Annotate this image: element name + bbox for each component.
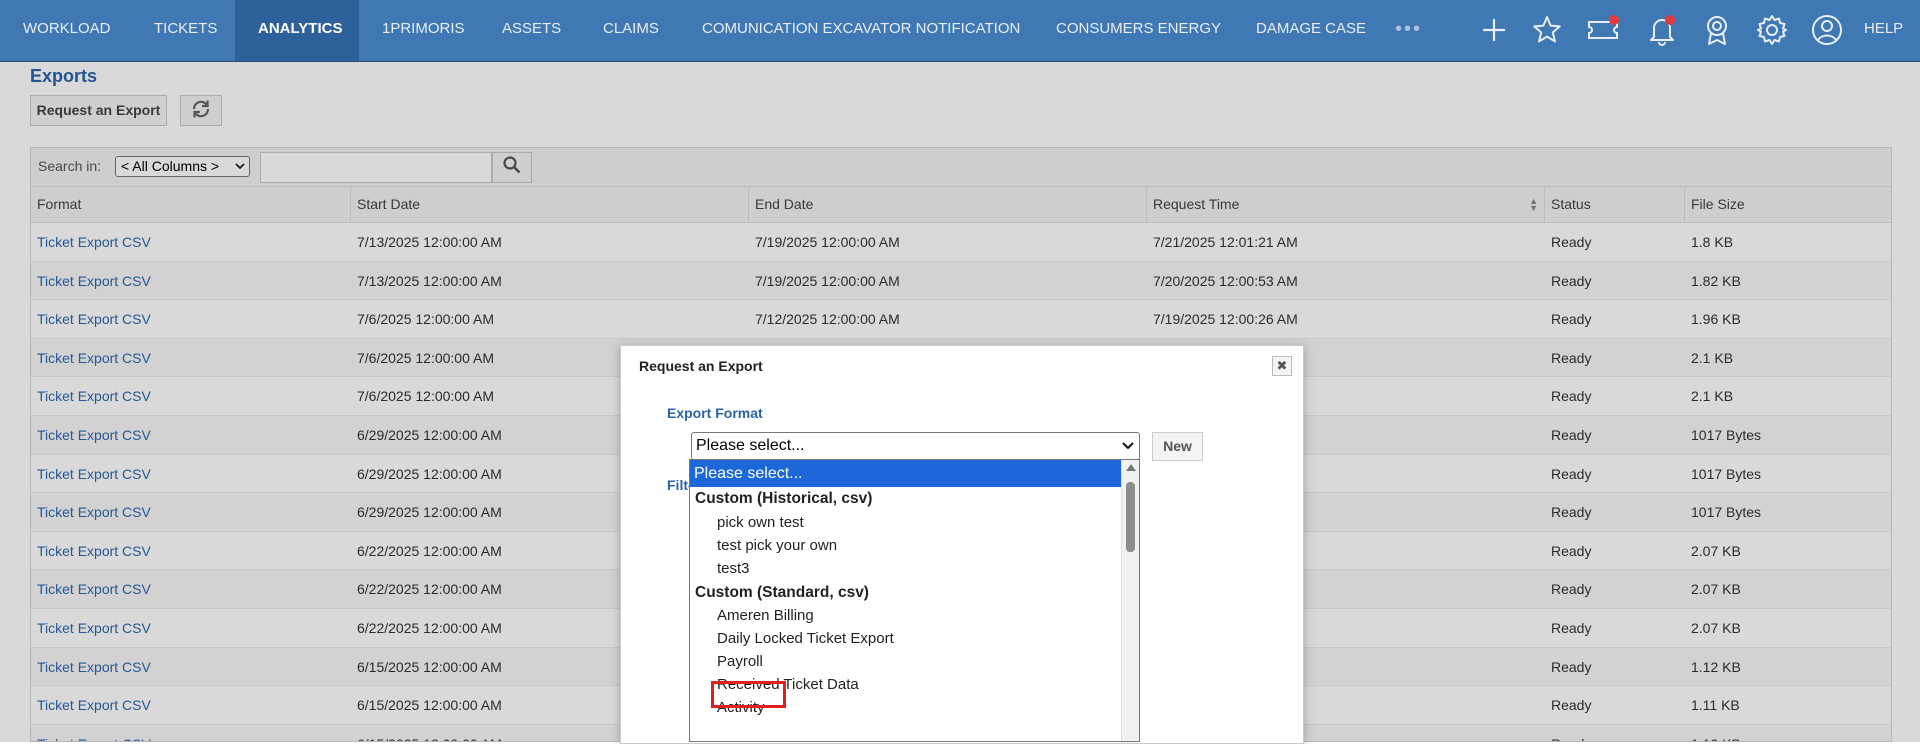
nav-item-1primoris[interactable]: 1PRIMORIS — [359, 0, 488, 61]
nav-item-consumers-energy[interactable]: CONSUMERS ENERGY — [1033, 0, 1244, 61]
more-nav-icon[interactable]: ••• — [1395, 0, 1422, 61]
close-icon: ✖ — [1276, 358, 1288, 373]
nav-item-analytics[interactable]: ANALYTICS — [235, 0, 359, 61]
export-format-select[interactable]: Please select... — [691, 432, 1140, 460]
gear-icon[interactable] — [1753, 11, 1791, 49]
nav-item-workload[interactable]: WORKLOAD — [0, 0, 134, 61]
ticket-icon[interactable] — [1584, 11, 1622, 49]
nav-item-claims[interactable]: CLAIMS — [580, 0, 682, 61]
new-format-button[interactable]: New — [1152, 432, 1203, 461]
nav-item-comunication-excavator-notification[interactable]: COMUNICATION EXCAVATOR NOTIFICATION — [679, 0, 1043, 61]
scroll-up-icon[interactable] — [1126, 464, 1136, 471]
dropdown-scrollbar[interactable] — [1121, 460, 1139, 741]
plus-icon[interactable] — [1475, 11, 1513, 49]
nav-item-damage-case[interactable]: DAMAGE CASE — [1233, 0, 1389, 61]
dropdown-option[interactable]: Please select... — [690, 460, 1122, 487]
dialog-title: Request an Export — [639, 358, 763, 374]
export-format-label: Export Format — [667, 405, 763, 421]
nav-item-assets[interactable]: ASSETS — [479, 0, 584, 61]
top-navigation-bar: WORKLOAD TICKETS ANALYTICS 1PRIMORIS ASS… — [0, 0, 1920, 62]
star-icon[interactable] — [1528, 11, 1566, 49]
nav-item-tickets[interactable]: TICKETS — [131, 0, 240, 61]
scroll-thumb[interactable] — [1126, 482, 1135, 552]
award-icon[interactable] — [1698, 11, 1736, 49]
close-button[interactable]: ✖ — [1272, 356, 1292, 376]
dropdown-optgroup: Custom (Historical, csv) — [695, 490, 873, 507]
user-icon[interactable] — [1808, 11, 1846, 49]
chevron-down-icon — [1122, 442, 1134, 450]
dropdown-option[interactable]: test3 — [690, 555, 1139, 582]
help-link[interactable]: HELP — [1864, 0, 1903, 61]
export-format-dropdown-list: Please select... Custom (Historical, csv)… — [689, 459, 1140, 742]
bell-icon[interactable] — [1643, 11, 1681, 49]
export-format-select-value: Please select... — [696, 437, 805, 454]
dropdown-option[interactable]: Activity — [690, 694, 1139, 721]
